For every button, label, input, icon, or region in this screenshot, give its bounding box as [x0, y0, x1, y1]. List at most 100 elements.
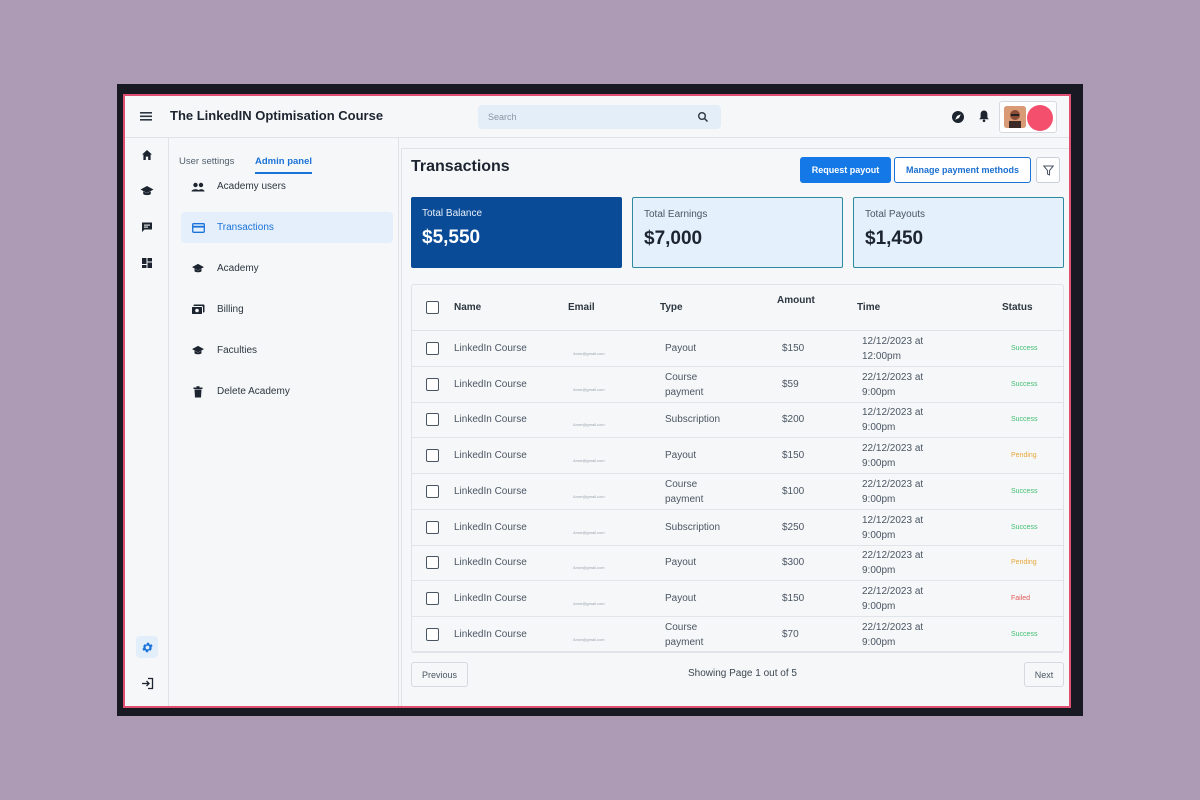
row-checkbox[interactable]: [426, 556, 439, 570]
panel-item-label: Billing: [217, 304, 244, 315]
cell-name: LinkedIn Course: [454, 414, 527, 426]
cell-time: 22/12/2023 at 9:00pm: [862, 621, 924, 648]
table-header: Name Email Type Amount Time Status: [412, 285, 1063, 331]
cell-email: Anne@gmail.com: [573, 529, 605, 535]
rail-messages[interactable]: [136, 216, 158, 238]
panel-item-label: Academy: [217, 263, 259, 274]
rail-home[interactable]: [136, 144, 158, 166]
device-frame: The LinkedIN Optimisation Course Search …: [117, 84, 1083, 716]
status-badge: Failed: [1011, 594, 1031, 602]
cell-type: Course payment: [665, 371, 704, 398]
cell-email: Anne@gmail.com: [573, 565, 605, 571]
row-checkbox[interactable]: [426, 627, 439, 641]
filter-button[interactable]: [1036, 157, 1060, 183]
transactions-table: Name Email Type Amount Time Status Linke…: [411, 284, 1064, 653]
row-checkbox[interactable]: [426, 413, 439, 427]
cell-type: Course payment: [665, 478, 704, 505]
table-row[interactable]: LinkedIn Course Anne@gmail.com Payout $150 2…: [412, 438, 1063, 475]
status-badge: Pending: [1011, 452, 1037, 460]
row-checkbox[interactable]: [426, 591, 439, 605]
table-row[interactable]: LinkedIn Course Anne@gmail.com Course paym…: [412, 367, 1063, 403]
request-payout-button[interactable]: Request payout: [800, 157, 891, 183]
cell-amount: $200: [782, 414, 805, 426]
rail-logout[interactable]: [136, 672, 158, 694]
search-box[interactable]: [478, 105, 721, 129]
search-icon[interactable]: [697, 111, 709, 123]
search-input[interactable]: [478, 105, 688, 129]
table-row[interactable]: LinkedIn Course Anne@gmail.com Payout $300 2…: [412, 545, 1063, 582]
cell-email: Anne@gmail.com: [573, 600, 605, 606]
cell-name: LinkedIn Course: [454, 592, 527, 604]
table-row[interactable]: LinkedIn Course Anne@gmail.com Course paym…: [412, 617, 1063, 653]
menu-icon[interactable]: [139, 109, 153, 123]
next-page-button[interactable]: Next: [1024, 662, 1064, 687]
row-checkbox[interactable]: [426, 484, 439, 498]
cell-time: 22/12/2023 at 9:00pm: [862, 443, 924, 470]
cell-time: 22/12/2023 at 9:00pm: [862, 585, 924, 612]
panel-item-academy-users[interactable]: Academy users: [181, 171, 393, 202]
user-avatar-circle[interactable]: [1027, 105, 1053, 131]
cell-time: 12/12/2023 at 12:00pm: [862, 336, 924, 362]
column-header-name: Name: [454, 302, 482, 313]
card-label: Total Payouts: [865, 209, 926, 220]
tab-user-settings[interactable]: User settings: [179, 156, 234, 172]
avatar-photo-icon: [1004, 106, 1026, 128]
users-icon: [191, 180, 205, 194]
home-icon: [142, 150, 152, 160]
panel-item-delete-academy[interactable]: Delete Academy: [181, 376, 393, 407]
filter-icon: [1042, 165, 1054, 176]
table-row[interactable]: LinkedIn Course Anne@gmail.com Course paym…: [412, 474, 1063, 510]
cell-amount: $150: [782, 592, 805, 604]
cell-amount: $150: [782, 450, 805, 462]
column-header-type: Type: [660, 302, 683, 313]
card-value: $5,550: [422, 227, 481, 248]
status-badge: Success: [1011, 487, 1038, 495]
app-title: The LinkedIN Optimisation Course: [170, 108, 384, 123]
cell-email: Anne@gmail.com: [573, 386, 605, 392]
manage-payment-methods-button[interactable]: Manage payment methods: [894, 157, 1031, 183]
icon-rail: [125, 138, 169, 706]
status-badge: Success: [1011, 630, 1038, 638]
column-header-email: Email: [568, 302, 595, 313]
avatar: [1004, 106, 1026, 128]
cell-time: 22/12/2023 at 9:00pm: [862, 371, 924, 398]
bell-icon[interactable]: [978, 109, 990, 123]
select-all-checkbox[interactable]: [426, 301, 439, 314]
rail-dashboard[interactable]: [136, 252, 158, 274]
cell-type: Payout: [665, 557, 697, 569]
trash-icon: [191, 385, 205, 399]
cell-email: Anne@gmail.com: [573, 636, 605, 642]
cell-amount: $150: [782, 343, 805, 354]
card-value: $1,450: [865, 228, 924, 249]
panel-item-billing[interactable]: Billing: [181, 294, 393, 325]
row-checkbox[interactable]: [426, 342, 439, 355]
cell-name: LinkedIn Course: [454, 343, 527, 354]
cell-time: 12/12/2023 at 9:00pm: [862, 407, 924, 434]
row-checkbox[interactable]: [426, 449, 439, 463]
previous-page-button[interactable]: Previous: [411, 662, 468, 687]
panel-item-academy[interactable]: Academy: [181, 253, 393, 284]
panel-item-faculties[interactable]: Faculties: [181, 335, 393, 366]
panel-item-transactions[interactable]: Transactions: [181, 212, 393, 243]
status-badge: Pending: [1011, 559, 1037, 567]
dashboard-icon: [142, 258, 152, 268]
graduation-cap-icon: [191, 344, 205, 358]
billing-icon: [191, 303, 205, 317]
table-row[interactable]: LinkedIn Course Anne@gmail.com Payout $150 1…: [412, 331, 1063, 367]
rail-courses[interactable]: [136, 180, 158, 202]
top-bar: The LinkedIN Optimisation Course: [125, 96, 1069, 138]
cell-type: Payout: [665, 592, 697, 604]
row-checkbox[interactable]: [426, 377, 439, 391]
compass-icon[interactable]: [951, 110, 965, 124]
total-balance-card: Total Balance $5,550: [411, 197, 622, 268]
cell-type: Subscription: [665, 521, 721, 533]
cell-name: LinkedIn Course: [454, 450, 527, 462]
profile-menu[interactable]: [999, 101, 1057, 133]
row-checkbox[interactable]: [426, 520, 439, 534]
table-row[interactable]: LinkedIn Course Anne@gmail.com Payout $150 2…: [412, 581, 1063, 617]
table-row[interactable]: LinkedIn Course Anne@gmail.com Subscriptio…: [412, 510, 1063, 546]
credit-card-icon: [191, 221, 205, 235]
rail-settings[interactable]: [136, 636, 158, 658]
card-label: Total Earnings: [644, 209, 708, 220]
table-row[interactable]: LinkedIn Course Anne@gmail.com Subscriptio…: [412, 402, 1063, 439]
